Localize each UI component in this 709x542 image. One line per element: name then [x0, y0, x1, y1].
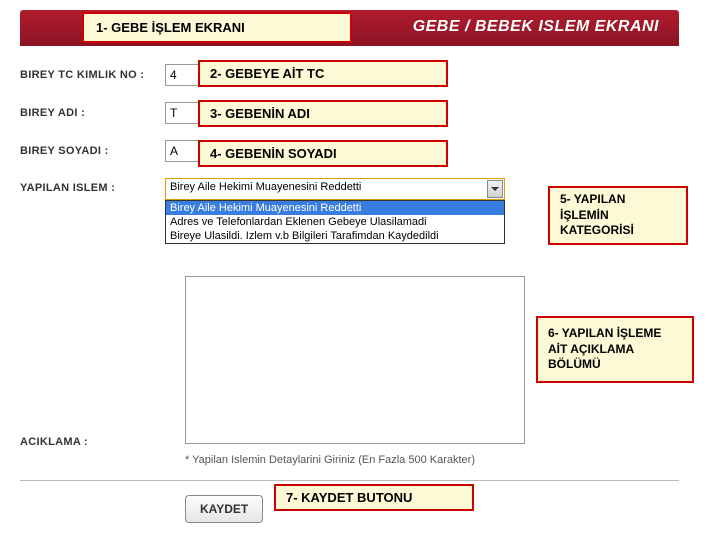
label-description: ACIKLAMA : — [20, 216, 165, 448]
annotation-3: 3- GEBENİN ADI — [198, 100, 448, 127]
label-operation: YAPILAN ISLEM : — [20, 178, 165, 194]
annotation-4: 4- GEBENİN SOYADI — [198, 140, 448, 167]
annotation-5: 5- YAPILAN İŞLEMİN KATEGORİSİ — [548, 186, 688, 245]
annotation-1: 1- GEBE İŞLEM EKRANI — [82, 12, 352, 43]
label-name: BIREY ADI : — [20, 107, 165, 119]
page-title: GEBE / BEBEK ISLEM EKRANI — [413, 18, 659, 36]
description-textarea[interactable] — [185, 276, 525, 444]
label-tc: BIREY TC KIMLIK NO : — [20, 69, 165, 81]
annotation-2: 2- GEBEYE AİT TC — [198, 60, 448, 87]
operation-select[interactable]: Birey Aile Hekimi Muayenesini Reddetti — [165, 178, 505, 200]
label-surname: BIREY SOYADI : — [20, 145, 165, 157]
dropdown-option[interactable]: Bireye Ulasildi. Izlem v.b Bilgileri Tar… — [166, 229, 504, 243]
save-button[interactable]: KAYDET — [185, 495, 263, 523]
divider — [20, 480, 679, 481]
annotation-7: 7- KAYDET BUTONU — [274, 484, 474, 511]
annotation-6: 6- YAPILAN İŞLEME AİT AÇIKLAMA BÖLÜMÜ — [536, 316, 694, 383]
dropdown-option[interactable]: Birey Aile Hekimi Muayenesini Reddetti — [166, 201, 504, 215]
operation-dropdown: Birey Aile Hekimi Muayenesini Reddetti A… — [165, 200, 505, 244]
hint-text: * Yapilan Islemin Detaylarini Giriniz (E… — [185, 448, 679, 466]
dropdown-option[interactable]: Adres ve Telefonlardan Eklenen Gebeye Ul… — [166, 215, 504, 229]
